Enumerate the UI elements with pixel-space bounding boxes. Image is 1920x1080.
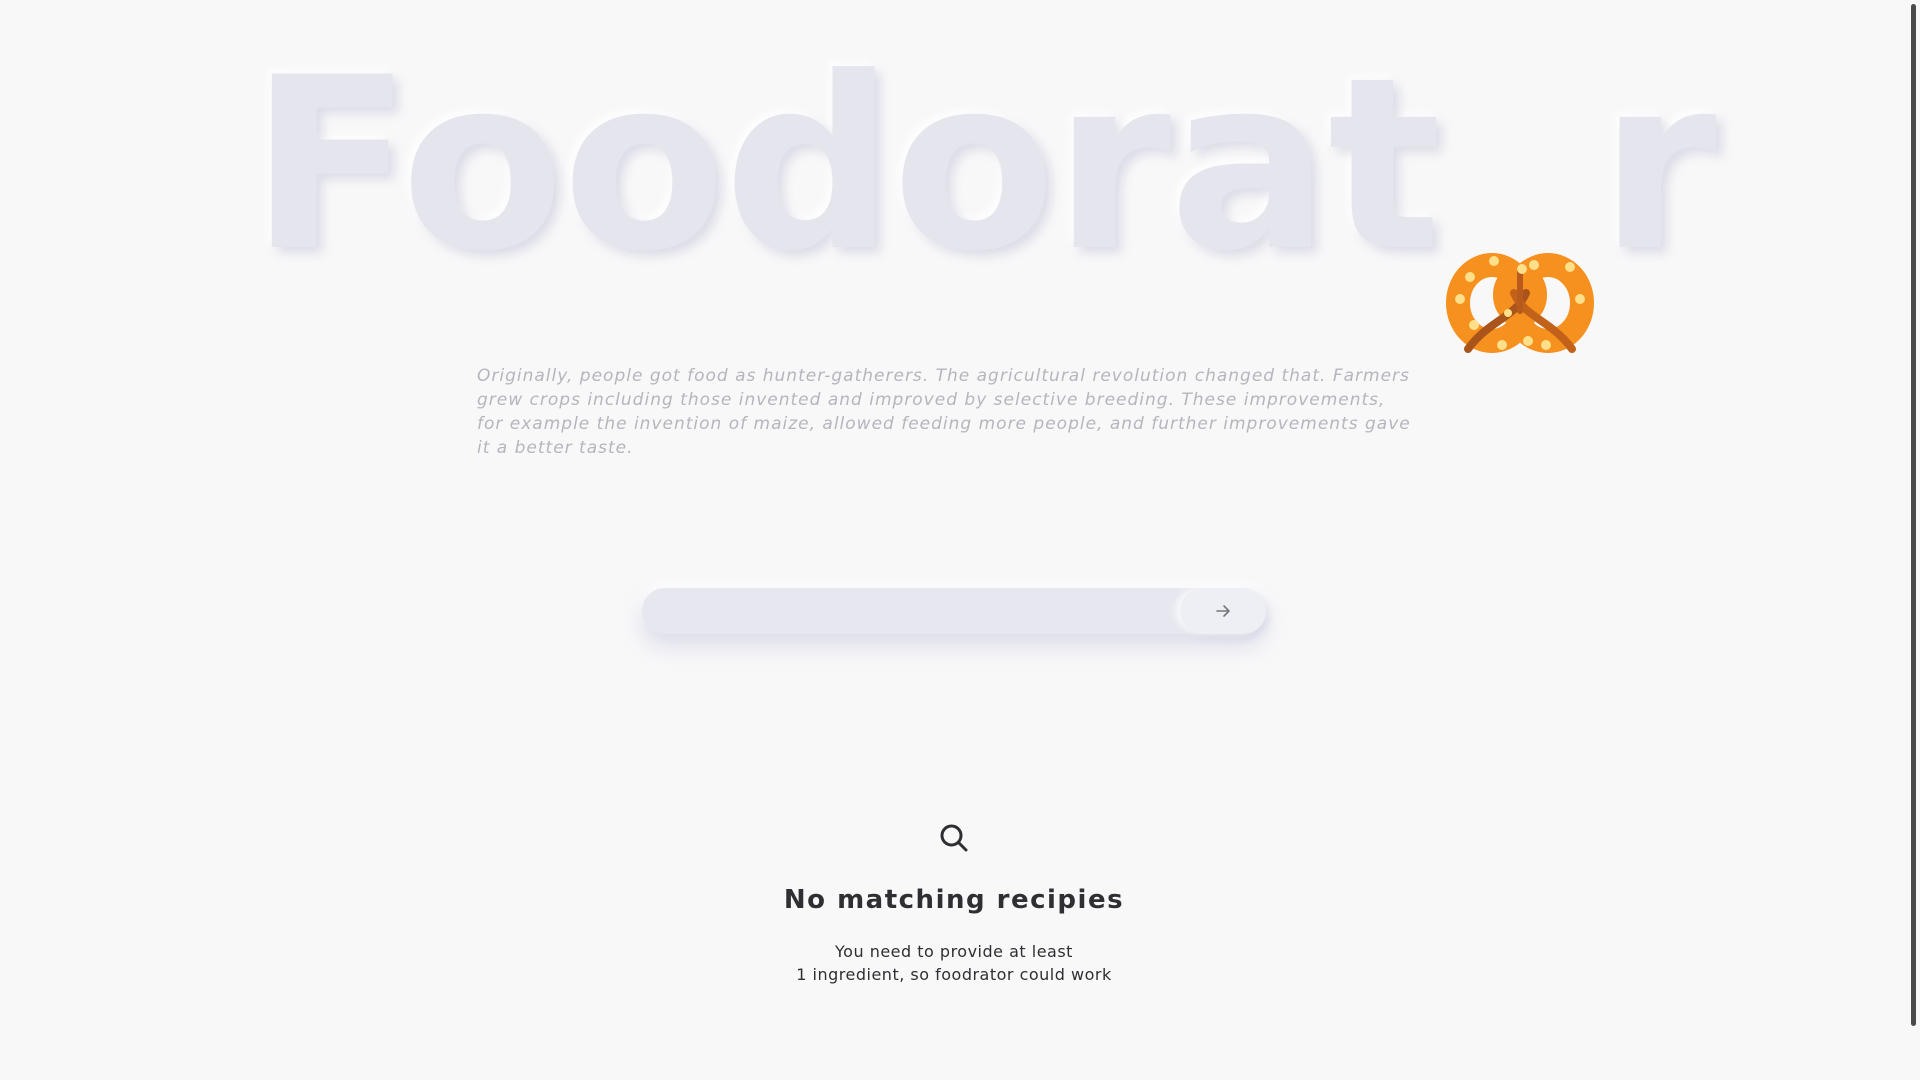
arrow-right-icon xyxy=(1216,605,1230,617)
empty-state-title: No matching recipies xyxy=(783,885,1125,915)
ingredient-search-bar xyxy=(642,588,1266,634)
empty-state-line-2: 1 ingredient, so foodrator could work xyxy=(796,965,1112,984)
ingredient-search-input[interactable] xyxy=(642,588,1172,634)
empty-state: No matching recipies You need to provide… xyxy=(0,822,1908,986)
vertical-scrollbar[interactable] xyxy=(1908,0,1920,1080)
description-text: Originally, people got food as hunter-ga… xyxy=(477,366,1411,458)
scrollbar-thumb[interactable] xyxy=(1911,4,1916,1026)
search-submit-button[interactable] xyxy=(1180,588,1266,634)
page: Foodorat r Originally, people got food a… xyxy=(0,0,1920,1080)
empty-state-message: You need to provide at least 1 ingredien… xyxy=(0,940,1908,986)
search-icon xyxy=(940,824,968,852)
app-logo: Foodorat r xyxy=(250,47,1717,353)
logo-text-start: Foodorat xyxy=(250,27,1442,304)
empty-state-line-1: You need to provide at least xyxy=(835,942,1073,961)
logo-text-end: r xyxy=(1599,27,1717,304)
pretzel-icon xyxy=(1445,163,1594,353)
